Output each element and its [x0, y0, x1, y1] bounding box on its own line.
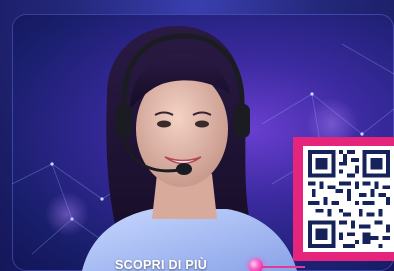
learn-more-label: SCOPRI DI PIÙ: [115, 258, 208, 271]
qr-code-panel: [303, 146, 394, 252]
pink-dot-icon: [249, 259, 263, 271]
promo-banner: SCOPRI DI PIÙ: [0, 0, 394, 271]
learn-more-link[interactable]: SCOPRI DI PIÙ: [115, 255, 315, 271]
qr-code-icon[interactable]: [307, 150, 391, 248]
cta-connector-line: [261, 266, 305, 268]
qr-code-frame: [293, 137, 394, 261]
